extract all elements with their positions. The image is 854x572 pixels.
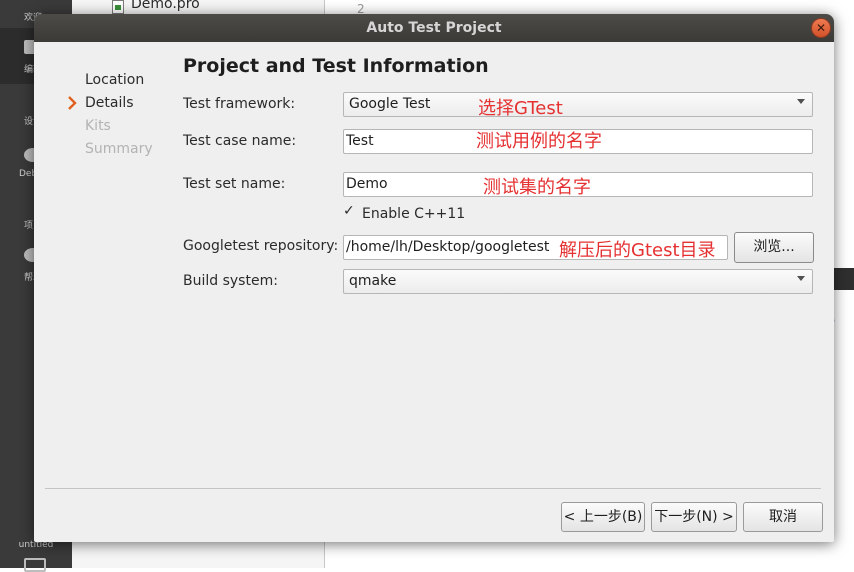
current-step-arrow-icon xyxy=(68,96,77,110)
footer-separator xyxy=(45,488,821,489)
close-icon: ✕ xyxy=(815,21,827,35)
build-system-value: qmake xyxy=(349,273,397,289)
tree-item-demo-pro[interactable]: Demo.pro xyxy=(131,0,200,12)
chevron-down-icon xyxy=(797,276,805,281)
test-case-name-value: Test xyxy=(346,133,374,149)
googletest-repository-value: /home/lh/Desktop/googletest xyxy=(346,239,550,255)
build-system-label: Build system: xyxy=(183,273,278,289)
close-button[interactable]: ✕ xyxy=(812,19,830,37)
step-summary: Summary xyxy=(85,141,153,157)
monitor-icon[interactable] xyxy=(24,558,46,572)
googletest-repository-label: Googletest repository: xyxy=(183,238,339,254)
test-framework-value: Google Test xyxy=(349,96,431,112)
checkmark-icon: ✓ xyxy=(343,203,355,219)
next-button[interactable]: 下一步(N) > xyxy=(651,502,737,532)
annotation-framework: 选择GTest xyxy=(478,98,563,119)
chevron-down-icon xyxy=(797,99,805,104)
annotation-case-name: 测试用例的名字 xyxy=(476,131,602,152)
test-framework-label: Test framework: xyxy=(183,96,296,112)
build-system-select[interactable]: qmake xyxy=(343,269,813,294)
dialog-titlebar[interactable]: Auto Test Project ✕ xyxy=(34,14,834,42)
annotation-set-name: 测试集的名字 xyxy=(483,177,591,198)
browse-button[interactable]: 浏览... xyxy=(734,232,814,263)
cancel-button[interactable]: 取消 xyxy=(743,502,823,532)
step-location: Location xyxy=(85,72,145,88)
back-button[interactable]: < 上一步(B) xyxy=(561,502,645,532)
step-details: Details xyxy=(85,95,134,111)
pro-file-icon xyxy=(112,0,124,14)
test-case-name-label: Test case name: xyxy=(183,133,297,149)
test-set-name-value: Demo xyxy=(346,176,388,192)
test-framework-select[interactable]: Google Test xyxy=(343,92,813,117)
dialog-title: Auto Test Project xyxy=(366,20,502,36)
page-heading: Project and Test Information xyxy=(183,55,489,77)
enable-cpp11-label[interactable]: Enable C++11 xyxy=(362,206,465,222)
step-kits: Kits xyxy=(85,118,111,134)
annotation-repository: 解压后的Gtest目录 xyxy=(559,240,716,261)
editor-side-panel xyxy=(833,268,854,290)
test-set-name-label: Test set name: xyxy=(183,176,286,192)
auto-test-project-dialog: Auto Test Project ✕ Location Details Kit… xyxy=(34,14,834,542)
enable-cpp11-checkbox[interactable]: ✓ xyxy=(343,203,357,220)
